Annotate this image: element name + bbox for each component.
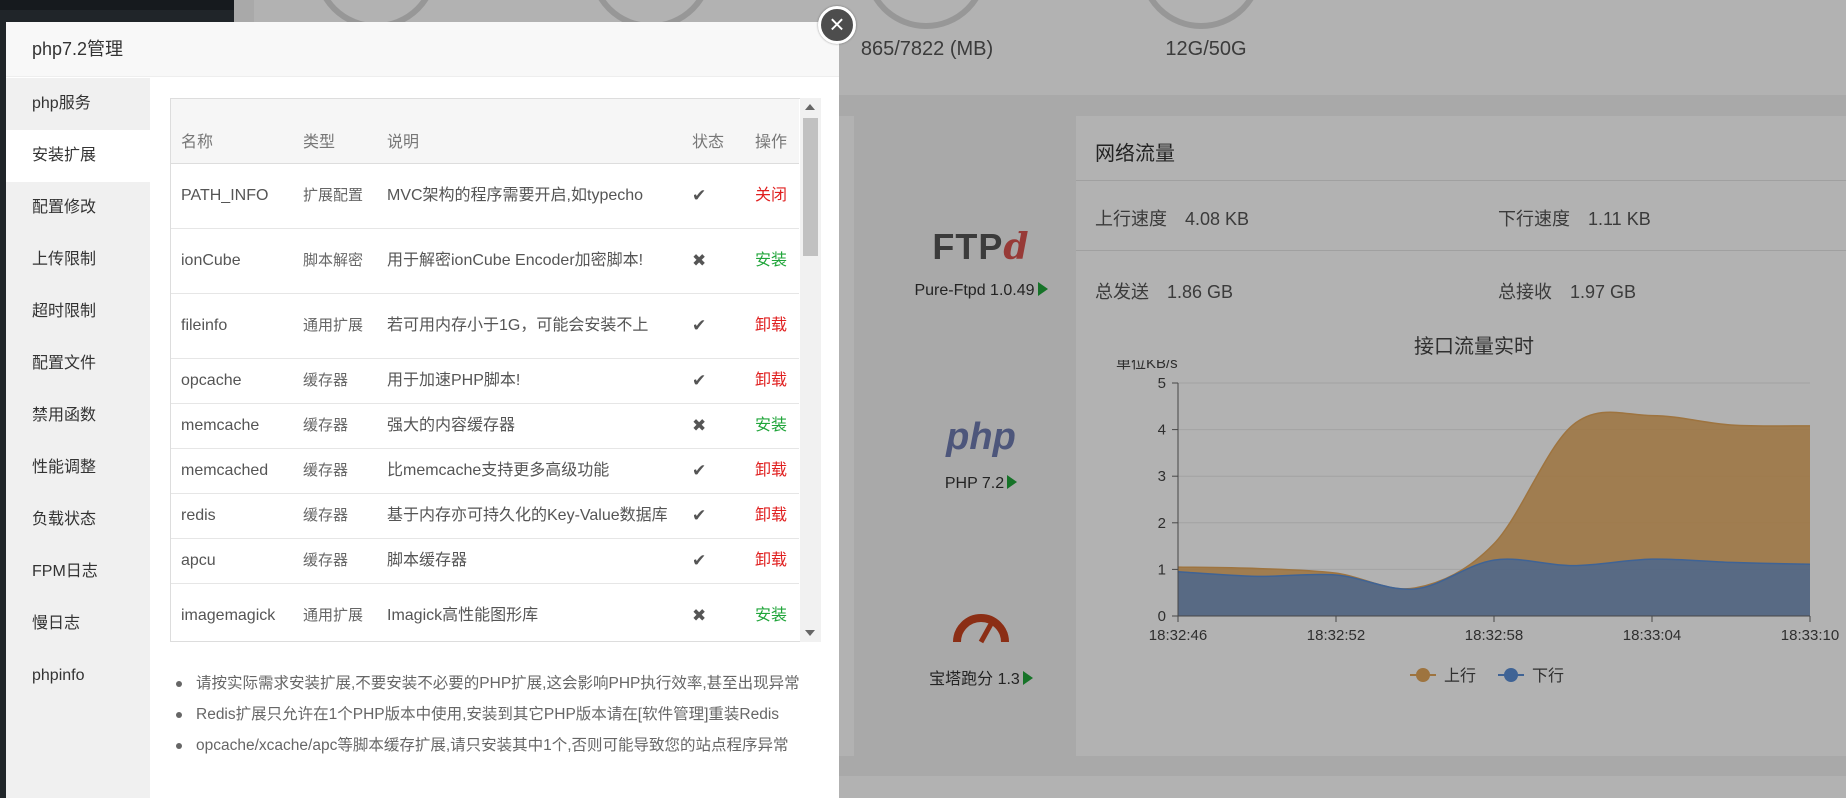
note-item: 请按实际需求安装扩展,不要安装不必要的PHP扩展,这会影响PHP执行效率,甚至出…	[174, 668, 800, 699]
action-button[interactable]: 卸载	[755, 507, 787, 524]
extension-table-container[interactable]: 名称 类型 说明 状态 操作 PATH_INFO 扩展配置 MVC架构的程序需要开启…	[170, 98, 820, 642]
cell-type: 缓存器	[303, 416, 349, 434]
cell-type: 通用扩展	[303, 606, 364, 624]
cell-name: redis	[181, 506, 216, 524]
action-button[interactable]: 卸载	[755, 552, 787, 569]
sidebar-item-phpinfo[interactable]: phpinfo	[6, 650, 150, 702]
modal-title: php7.2管理	[6, 22, 839, 77]
column-header-status: 状态	[682, 99, 745, 164]
sidebar-item-config-edit[interactable]: 配置修改	[6, 182, 150, 234]
column-header-name: 名称	[171, 99, 293, 164]
close-icon[interactable]: ×	[818, 6, 856, 44]
action-button[interactable]: 关闭	[755, 187, 787, 204]
cell-type: 缓存器	[303, 461, 349, 479]
sidebar-item-config-file[interactable]: 配置文件	[6, 338, 150, 390]
sidebar-item-timeout-limit[interactable]: 超时限制	[6, 286, 150, 338]
scroll-up-icon[interactable]	[805, 104, 815, 110]
cell-description: 若可用内存小于1G，可能会安装不上	[387, 316, 649, 334]
table-row: memcache 缓存器 强大的内容缓存器 ✖ 安装	[171, 403, 799, 449]
cell-type: 扩展配置	[303, 186, 364, 204]
cell-name: fileinfo	[181, 316, 228, 334]
status-icon: ✔	[692, 550, 707, 570]
sidebar-item-install-extension[interactable]: 安装扩展	[6, 130, 150, 182]
table-row: fileinfo 通用扩展 若可用内存小于1G，可能会安装不上 ✔ 卸载	[171, 293, 799, 359]
scroll-down-icon[interactable]	[805, 630, 815, 636]
modal-content: 名称 类型 说明 状态 操作 PATH_INFO 扩展配置 MVC架构的程序需要开启…	[150, 78, 839, 798]
cell-name: imagemagick	[181, 606, 276, 624]
status-icon: ✔	[692, 505, 707, 525]
cell-name: opcache	[181, 371, 242, 389]
action-button[interactable]: 卸载	[755, 372, 787, 389]
cell-description: 比memcache支持更多高级功能	[387, 461, 610, 479]
cell-name: apcu	[181, 551, 216, 569]
cell-type: 缓存器	[303, 551, 349, 569]
sidebar-item-performance[interactable]: 性能调整	[6, 442, 150, 494]
php-manager-modal: php7.2管理 php服务 安装扩展 配置修改 上传限制 超时限制 配置文件 …	[6, 22, 839, 798]
note-item: Redis扩展只允许在1个PHP版本中使用,安装到其它PHP版本请在[软件管理]…	[174, 699, 800, 730]
sidebar-item-php-service[interactable]: php服务	[6, 78, 150, 130]
sidebar-item-load-status[interactable]: 负载状态	[6, 494, 150, 546]
cell-description: Imagick高性能图形库	[387, 606, 539, 624]
action-button[interactable]: 卸载	[755, 462, 787, 479]
cell-type: 通用扩展	[303, 316, 364, 334]
column-header-type: 类型	[293, 99, 377, 164]
cell-description: 基于内存亦可持久化的Key-Value数据库	[387, 506, 668, 524]
cell-description: 强大的内容缓存器	[387, 416, 516, 434]
cell-description: 用于加速PHP脚本!	[387, 371, 521, 389]
table-row: ionCube 脚本解密 用于解密ionCube Encoder加密脚本! ✖ 安装	[171, 228, 799, 294]
table-row: apcu 缓存器 脚本缓存器 ✔ 卸载	[171, 538, 799, 584]
notes-list: 请按实际需求安装扩展,不要安装不必要的PHP扩展,这会影响PHP执行效率,甚至出…	[174, 668, 800, 761]
scrollbar-thumb[interactable]	[803, 118, 818, 256]
column-header-description: 说明	[377, 99, 682, 164]
table-row: opcache 缓存器 用于加速PHP脚本! ✔ 卸载	[171, 358, 799, 404]
sidebar-item-slow-log[interactable]: 慢日志	[6, 598, 150, 650]
status-icon: ✔	[692, 185, 707, 205]
table-row: imagemagick 通用扩展 Imagick高性能图形库 ✖ 安装	[171, 583, 799, 641]
sidebar-item-disabled-functions[interactable]: 禁用函数	[6, 390, 150, 442]
cell-name: PATH_INFO	[181, 186, 269, 204]
status-icon: ✖	[692, 605, 707, 625]
table-row: memcached 缓存器 比memcache支持更多高级功能 ✔ 卸载	[171, 448, 799, 494]
column-header-action: 操作	[745, 99, 799, 164]
table-header-row: 名称 类型 说明 状态 操作	[171, 99, 799, 164]
modal-sidebar: php服务 安装扩展 配置修改 上传限制 超时限制 配置文件 禁用函数 性能调整…	[6, 78, 150, 798]
cell-description: 脚本缓存器	[387, 551, 468, 569]
cell-type: 缓存器	[303, 371, 349, 389]
cell-type: 缓存器	[303, 506, 349, 524]
extension-table: 名称 类型 说明 状态 操作 PATH_INFO 扩展配置 MVC架构的程序需要开启…	[171, 99, 799, 641]
status-icon: ✔	[692, 460, 707, 480]
table-row: redis 缓存器 基于内存亦可持久化的Key-Value数据库 ✔ 卸载	[171, 493, 799, 539]
status-icon: ✔	[692, 370, 707, 390]
status-icon: ✖	[692, 415, 707, 435]
sidebar-item-fpm-log[interactable]: FPM日志	[6, 546, 150, 598]
table-scrollbar[interactable]	[800, 98, 821, 642]
action-button[interactable]: 卸载	[755, 317, 787, 334]
cell-name: memcache	[181, 416, 260, 434]
action-button[interactable]: 安装	[755, 417, 787, 434]
cell-type: 脚本解密	[303, 251, 364, 269]
sidebar-item-upload-limit[interactable]: 上传限制	[6, 234, 150, 286]
cell-name: ionCube	[181, 251, 241, 269]
table-row: PATH_INFO 扩展配置 MVC架构的程序需要开启,如typecho ✔ 关闭	[171, 163, 799, 229]
cell-description: MVC架构的程序需要开启,如typecho	[387, 186, 644, 204]
status-icon: ✖	[692, 250, 707, 270]
cell-name: memcached	[181, 461, 269, 479]
cell-description: 用于解密ionCube Encoder加密脚本!	[387, 251, 644, 269]
note-item: opcache/xcache/apc等脚本缓存扩展,请只安装其中1个,否则可能导…	[174, 730, 800, 761]
status-icon: ✔	[692, 315, 707, 335]
action-button[interactable]: 安装	[755, 607, 787, 624]
action-button[interactable]: 安装	[755, 252, 787, 269]
